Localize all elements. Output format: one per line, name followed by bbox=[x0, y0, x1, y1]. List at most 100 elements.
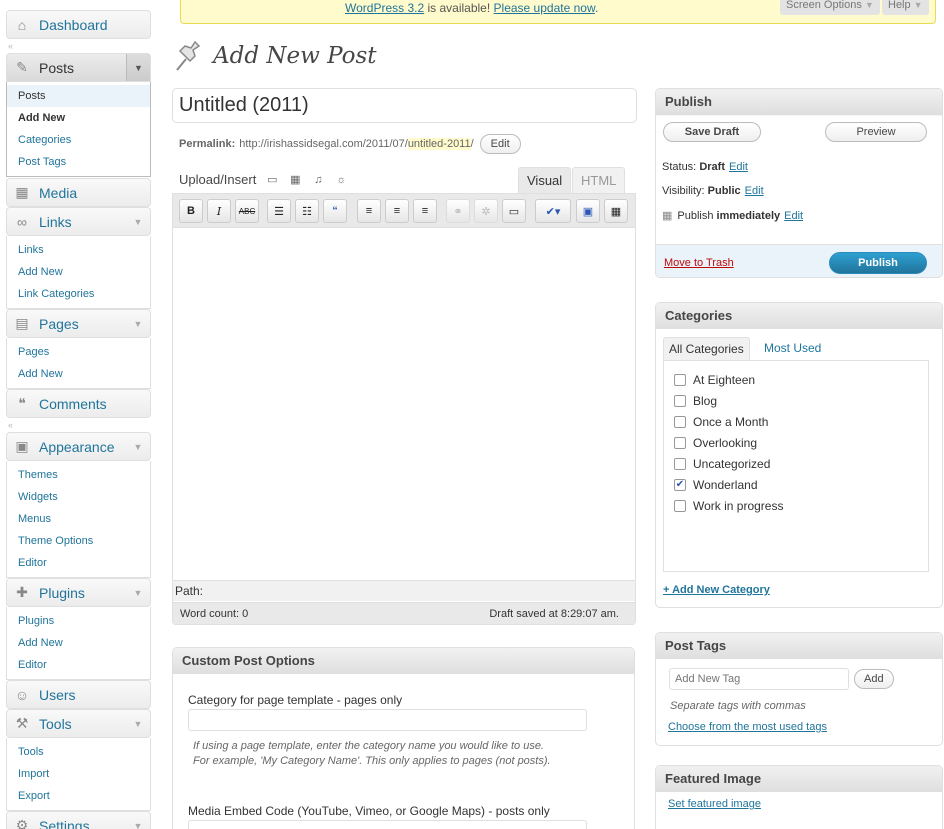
add-tag-button[interactable]: Add bbox=[854, 669, 894, 689]
submenu-pages[interactable]: Pages bbox=[7, 341, 150, 363]
submenu-toggle[interactable]: ▼ bbox=[126, 310, 150, 337]
menu-plugins[interactable]: ✚ Plugins ▼ bbox=[6, 578, 151, 607]
more-tag-icon[interactable]: ▭ bbox=[502, 199, 526, 223]
media-embed-field[interactable] bbox=[188, 820, 587, 829]
align-right-icon[interactable]: ≡ bbox=[413, 199, 437, 223]
submenu-posts[interactable]: Posts bbox=[7, 85, 150, 107]
submenu-theme-options[interactable]: Theme Options bbox=[7, 530, 150, 552]
strikethrough-icon[interactable]: ABC bbox=[235, 199, 259, 223]
menu-dashboard[interactable]: ⌂ Dashboard bbox=[6, 10, 151, 39]
category-item[interactable]: ✔ Wonderland bbox=[674, 474, 928, 495]
menu-appearance[interactable]: ▣ Appearance ▼ bbox=[6, 432, 151, 461]
add-media-icon[interactable]: ☼ bbox=[334, 174, 348, 186]
bold-icon[interactable]: B bbox=[179, 199, 203, 223]
add-audio-icon[interactable]: ♫ bbox=[311, 174, 325, 186]
set-featured-image-link[interactable]: Set featured image bbox=[668, 798, 761, 810]
submenu-toggle[interactable]: ▼ bbox=[126, 579, 150, 606]
submenu-themes[interactable]: Themes bbox=[7, 464, 150, 486]
preview-button[interactable]: Preview bbox=[825, 122, 927, 142]
screen-options-tab[interactable]: Screen Options ▼ bbox=[780, 0, 880, 15]
submenu-post-tags[interactable]: Post Tags bbox=[7, 151, 150, 173]
add-image-icon[interactable]: ▭ bbox=[265, 174, 279, 186]
submenu-add-new-plugin[interactable]: Add New bbox=[7, 632, 150, 654]
align-left-icon[interactable]: ≡ bbox=[357, 199, 381, 223]
category-template-field[interactable] bbox=[188, 709, 587, 731]
checkbox-icon[interactable] bbox=[674, 457, 686, 470]
edit-permalink-button[interactable]: Edit bbox=[479, 134, 521, 154]
menu-pages[interactable]: ▤ Pages ▼ bbox=[6, 309, 151, 338]
kitchen-sink-icon[interactable]: ▦ bbox=[604, 199, 628, 223]
version-link[interactable]: WordPress 3.2 bbox=[345, 1, 424, 15]
choose-most-used-tags-link[interactable]: Choose from the most used tags bbox=[668, 721, 827, 733]
checkbox-checked-icon[interactable]: ✔ bbox=[674, 478, 686, 491]
add-new-category-link[interactable]: + Add New Category bbox=[663, 584, 770, 596]
submenu-export[interactable]: Export bbox=[7, 785, 150, 807]
menu-tools[interactable]: ⚒ Tools ▼ bbox=[6, 709, 151, 738]
numbered-list-icon[interactable]: ☷ bbox=[295, 199, 319, 223]
new-tag-input[interactable] bbox=[669, 668, 849, 690]
category-item[interactable]: Overlooking bbox=[674, 432, 928, 453]
submenu-widgets[interactable]: Widgets bbox=[7, 486, 150, 508]
blockquote-icon[interactable]: “ bbox=[323, 199, 347, 223]
tab-html[interactable]: HTML bbox=[572, 167, 626, 194]
submenu-toggle[interactable]: ▼ bbox=[126, 812, 150, 829]
submenu-import[interactable]: Import bbox=[7, 763, 150, 785]
menu-links[interactable]: ∞ Links ▼ bbox=[6, 207, 151, 236]
category-item[interactable]: At Eighteen bbox=[674, 369, 928, 390]
save-draft-button[interactable]: Save Draft bbox=[663, 122, 761, 142]
submenu-toggle[interactable]: ▼ bbox=[126, 710, 150, 737]
submenu-plugin-editor[interactable]: Editor bbox=[7, 654, 150, 676]
submenu-menus[interactable]: Menus bbox=[7, 508, 150, 530]
permalink-slug[interactable]: untitled-2011 bbox=[407, 138, 471, 150]
submenu-add-new-page[interactable]: Add New bbox=[7, 363, 150, 385]
insert-link-icon[interactable]: ⚭ bbox=[446, 199, 470, 223]
category-item[interactable]: Blog bbox=[674, 390, 928, 411]
post-title-input[interactable] bbox=[172, 88, 637, 123]
category-item[interactable]: Once a Month bbox=[674, 411, 928, 432]
submenu-theme-editor[interactable]: Editor bbox=[7, 552, 150, 574]
custom-post-options-title[interactable]: Custom Post Options bbox=[173, 648, 634, 674]
submenu-add-new-post[interactable]: Add New bbox=[7, 107, 150, 129]
help-tab[interactable]: Help ▼ bbox=[882, 0, 929, 15]
category-item[interactable]: Work in progress bbox=[674, 495, 928, 516]
edit-publish-time-link[interactable]: Edit bbox=[784, 210, 803, 222]
tab-all-categories[interactable]: All Categories bbox=[663, 337, 750, 361]
publish-button[interactable]: Publish bbox=[829, 252, 927, 274]
checkbox-icon[interactable] bbox=[674, 415, 686, 428]
menu-users[interactable]: ☺ Users bbox=[6, 680, 151, 709]
spellcheck-icon[interactable]: ✔▾ bbox=[535, 199, 571, 223]
featured-image-title[interactable]: Featured Image bbox=[656, 766, 942, 792]
fullscreen-icon[interactable]: ▣ bbox=[576, 199, 600, 223]
checkbox-icon[interactable] bbox=[674, 373, 686, 386]
checkbox-icon[interactable] bbox=[674, 499, 686, 512]
submenu-toggle[interactable]: ▼ bbox=[126, 208, 150, 235]
submenu-link-categories[interactable]: Link Categories bbox=[7, 283, 150, 305]
checkbox-icon[interactable] bbox=[674, 394, 686, 407]
align-center-icon[interactable]: ≡ bbox=[385, 199, 409, 223]
menu-collapse-arrow[interactable]: « bbox=[6, 418, 151, 432]
tab-visual[interactable]: Visual bbox=[518, 167, 572, 194]
edit-visibility-link[interactable]: Edit bbox=[745, 185, 764, 197]
tab-most-used[interactable]: Most Used bbox=[759, 337, 826, 361]
category-item[interactable]: Uncategorized bbox=[674, 453, 928, 474]
bullet-list-icon[interactable]: ☰ bbox=[267, 199, 291, 223]
submenu-toggle[interactable]: ▼ bbox=[126, 433, 150, 460]
menu-media[interactable]: ▦ Media bbox=[6, 178, 151, 207]
publish-box-title[interactable]: Publish bbox=[656, 89, 942, 115]
menu-collapse-arrow[interactable]: « bbox=[6, 39, 151, 53]
move-to-trash-link[interactable]: Move to Trash bbox=[664, 257, 734, 269]
submenu-add-new-link[interactable]: Add New bbox=[7, 261, 150, 283]
submenu-plugins[interactable]: Plugins bbox=[7, 610, 150, 632]
submenu-categories[interactable]: Categories bbox=[7, 129, 150, 151]
menu-posts[interactable]: ✎ Posts ▼ bbox=[6, 53, 151, 82]
submenu-tools[interactable]: Tools bbox=[7, 741, 150, 763]
add-video-icon[interactable]: ▦ bbox=[288, 174, 302, 186]
unlink-icon[interactable]: ✲ bbox=[474, 199, 498, 223]
menu-comments[interactable]: ❝ Comments bbox=[6, 389, 151, 418]
submenu-links[interactable]: Links bbox=[7, 239, 150, 261]
italic-icon[interactable]: I bbox=[207, 199, 231, 223]
categories-box-title[interactable]: Categories bbox=[656, 303, 942, 329]
menu-settings[interactable]: ⚙ Settings ▼ bbox=[6, 811, 151, 829]
submenu-toggle[interactable]: ▼ bbox=[126, 54, 150, 81]
post-tags-title[interactable]: Post Tags bbox=[656, 633, 942, 659]
